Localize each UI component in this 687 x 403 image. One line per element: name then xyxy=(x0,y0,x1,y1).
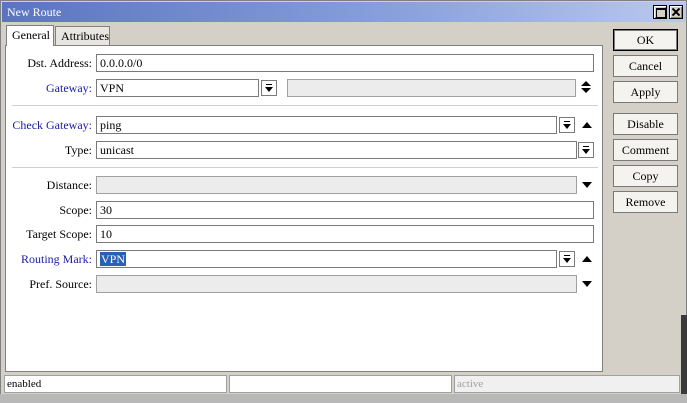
cancel-button[interactable]: Cancel xyxy=(613,55,678,77)
distance-label: Distance: xyxy=(46,178,92,192)
check-gateway-dropdown-icon[interactable] xyxy=(559,117,575,133)
scope-row: Scope: 30 xyxy=(6,201,604,219)
status-enabled: enabled xyxy=(4,375,227,393)
target-scope-row: Target Scope: 10 xyxy=(6,225,604,243)
target-scope-input[interactable]: 10 xyxy=(96,225,594,243)
distance-input[interactable] xyxy=(96,176,577,194)
background-edge xyxy=(681,315,687,403)
gateway-input[interactable]: VPN xyxy=(96,79,259,97)
general-panel: Dst. Address: 0.0.0.0/0 Gateway: VPN Che… xyxy=(5,45,603,372)
pref-source-label: Pref. Source: xyxy=(29,277,92,291)
routing-mark-dropdown-icon[interactable] xyxy=(559,251,575,267)
dst-address-input[interactable]: 0.0.0.0/0 xyxy=(96,54,594,72)
separator xyxy=(12,167,598,168)
new-route-window: New Route General Attributes Dst. Addres… xyxy=(0,0,687,403)
check-gateway-row: Check Gateway: ping xyxy=(6,116,604,134)
type-label: Type: xyxy=(64,143,92,157)
apply-button[interactable]: Apply xyxy=(613,81,678,103)
status-middle xyxy=(229,375,452,393)
pref-source-row: Pref. Source: xyxy=(6,275,604,293)
tab-attributes-label: Attributes xyxy=(61,29,109,43)
check-gateway-label[interactable]: Check Gateway: xyxy=(6,118,92,133)
type-row: Type: unicast xyxy=(6,141,604,159)
check-gateway-select[interactable]: ping xyxy=(96,116,557,134)
target-scope-label: Target Scope: xyxy=(26,227,92,241)
gateway-label[interactable]: Gateway: xyxy=(6,81,92,96)
routing-mark-value: VPN xyxy=(100,252,127,266)
copy-button[interactable]: Copy xyxy=(613,165,678,187)
routing-mark-label[interactable]: Routing Mark: xyxy=(6,252,92,267)
separator xyxy=(12,105,598,106)
pref-source-input[interactable] xyxy=(96,275,577,293)
scope-input[interactable]: 30 xyxy=(96,201,594,219)
ok-button[interactable]: OK xyxy=(613,29,678,51)
maximize-icon[interactable] xyxy=(653,5,667,19)
routing-mark-row: Routing Mark: VPN xyxy=(6,250,604,268)
comment-button[interactable]: Comment xyxy=(613,139,678,161)
distance-expand-icon[interactable] xyxy=(582,182,592,188)
gateway-updown-icon[interactable] xyxy=(581,81,591,95)
routing-mark-select[interactable]: VPN xyxy=(96,250,557,268)
tab-general[interactable]: General xyxy=(6,25,54,46)
tab-attributes[interactable]: Attributes xyxy=(55,26,110,45)
type-select[interactable]: unicast xyxy=(96,141,577,159)
dst-address-label: Dst. Address: xyxy=(27,56,92,70)
window-title: New Route xyxy=(7,5,62,19)
pref-source-expand-icon[interactable] xyxy=(582,281,592,287)
gateway-dropdown-icon[interactable] xyxy=(261,80,277,96)
distance-row: Distance: xyxy=(6,176,604,194)
status-active: active xyxy=(454,375,680,393)
gateway-row: Gateway: VPN xyxy=(6,79,604,97)
routing-mark-collapse-icon[interactable] xyxy=(582,256,592,262)
dst-address-row: Dst. Address: 0.0.0.0/0 xyxy=(6,54,604,72)
tab-general-label: General xyxy=(12,28,50,42)
scope-label: Scope: xyxy=(59,203,92,217)
remove-button[interactable]: Remove xyxy=(613,191,678,213)
disable-button[interactable]: Disable xyxy=(613,113,678,135)
type-dropdown-icon[interactable] xyxy=(578,142,594,158)
close-icon[interactable] xyxy=(669,5,683,19)
background-strip xyxy=(0,394,687,403)
title-bar[interactable]: New Route xyxy=(2,2,686,22)
check-gateway-collapse-icon[interactable] xyxy=(582,122,592,128)
gateway-secondary-input[interactable] xyxy=(287,79,576,97)
